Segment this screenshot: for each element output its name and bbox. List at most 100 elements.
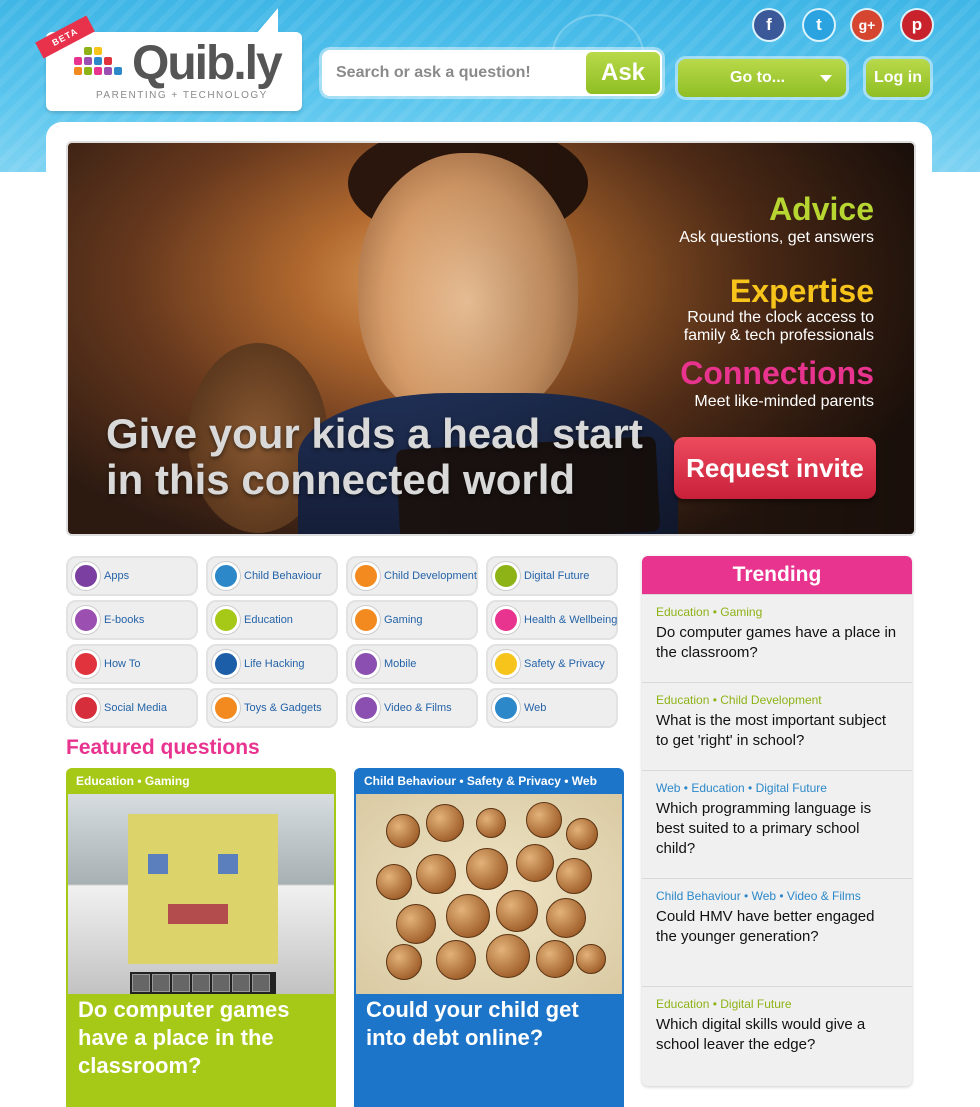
- featured-question-card[interactable]: Education • Gaming Do computer games hav…: [66, 768, 336, 1107]
- featured-title[interactable]: Could your child get into debt online?: [366, 996, 616, 1052]
- featured-question-card[interactable]: Child Behaviour • Safety & Privacy • Web…: [354, 768, 624, 1107]
- category-social-media[interactable]: Social Media: [66, 688, 198, 728]
- featured-heading: Featured questions: [66, 736, 260, 759]
- web-icon: [492, 694, 520, 722]
- safety-icon: [492, 650, 520, 678]
- category-mobile[interactable]: Mobile: [346, 644, 478, 684]
- logo-tagline: PARENTING + TECHNOLOGY: [96, 90, 268, 101]
- category-child-development[interactable]: Child Development: [346, 556, 478, 596]
- category-toys[interactable]: Toys & Gadgets: [206, 688, 338, 728]
- category-web[interactable]: Web: [486, 688, 618, 728]
- digital-future-icon: [492, 562, 520, 590]
- featured-tags: Education • Gaming: [76, 774, 190, 788]
- coin-decoration: [556, 858, 592, 894]
- coin-decoration: [416, 854, 456, 894]
- site-logo[interactable]: Quib.ly PARENTING + TECHNOLOGY: [46, 8, 302, 111]
- coin-decoration: [476, 808, 506, 838]
- category-label: How To: [104, 658, 141, 670]
- trending-heading: Trending: [642, 556, 912, 594]
- apps-icon: [72, 562, 100, 590]
- category-education[interactable]: Education: [206, 600, 338, 640]
- chevron-down-icon: [820, 75, 832, 82]
- category-safety[interactable]: Safety & Privacy: [486, 644, 618, 684]
- category-video[interactable]: Video & Films: [346, 688, 478, 728]
- category-label: Child Development: [384, 570, 477, 582]
- facebook-icon[interactable]: f: [754, 10, 784, 40]
- coin-decoration: [466, 848, 508, 890]
- trending-item[interactable]: Child Behaviour • Web • Video & Films Cou…: [642, 878, 912, 986]
- coin-decoration: [526, 802, 562, 838]
- ask-button[interactable]: Ask: [586, 52, 660, 94]
- category-label: Child Behaviour: [244, 570, 322, 582]
- login-button[interactable]: Log in: [866, 59, 930, 97]
- trending-item[interactable]: Education • Digital Future Which digital …: [642, 986, 912, 1074]
- category-label: Video & Films: [384, 702, 452, 714]
- trending-tags[interactable]: Web • Education • Digital Future: [656, 781, 898, 795]
- trending-tags[interactable]: Education • Child Development: [656, 693, 898, 707]
- video-icon: [352, 694, 380, 722]
- minecraft-screenshot-image: [68, 794, 334, 994]
- hero-banner: Give your kids a head start in this conn…: [66, 141, 916, 536]
- category-label: Social Media: [104, 702, 167, 714]
- category-label: Digital Future: [524, 570, 590, 582]
- mobile-icon: [352, 650, 380, 678]
- coin-decoration: [376, 864, 412, 900]
- category-how-to[interactable]: How To: [66, 644, 198, 684]
- trending-question[interactable]: Which digital skills would give a school…: [656, 1015, 898, 1055]
- trending-question[interactable]: What is the most important subject to ge…: [656, 711, 898, 751]
- category-label: Life Hacking: [244, 658, 305, 670]
- category-label: Education: [244, 614, 293, 626]
- category-label: E-books: [104, 614, 145, 626]
- feature-subtitle-connections: Meet like-minded parents: [694, 393, 874, 410]
- hero-headline: Give your kids a head start in this conn…: [106, 410, 643, 503]
- category-label: Toys & Gadgets: [244, 702, 322, 714]
- coin-decoration: [486, 934, 530, 978]
- coin-decoration: [546, 898, 586, 938]
- pinterest-icon[interactable]: p: [902, 10, 932, 40]
- category-child-behaviour[interactable]: Child Behaviour: [206, 556, 338, 596]
- health-icon: [492, 606, 520, 634]
- child-behaviour-icon: [212, 562, 240, 590]
- feature-title-expertise: Expertise: [729, 273, 874, 309]
- child-development-icon: [352, 562, 380, 590]
- featured-title[interactable]: Do computer games have a place in the cl…: [78, 996, 328, 1080]
- category-life-hacking[interactable]: Life Hacking: [206, 644, 338, 684]
- toys-icon: [212, 694, 240, 722]
- search-bar: Ask: [322, 50, 662, 96]
- education-icon: [212, 606, 240, 634]
- coins-image: [356, 794, 622, 994]
- feature-title-connections: Connections: [680, 355, 874, 391]
- trending-item[interactable]: Education • Gaming Do computer games have…: [642, 594, 912, 682]
- coin-decoration: [436, 940, 476, 980]
- coin-decoration: [536, 940, 574, 978]
- coin-decoration: [446, 894, 490, 938]
- trending-tags[interactable]: Education • Gaming: [656, 605, 898, 619]
- trending-question[interactable]: Do computer games have a place in the cl…: [656, 623, 898, 663]
- trending-tags[interactable]: Child Behaviour • Web • Video & Films: [656, 889, 898, 903]
- coin-decoration: [566, 818, 598, 850]
- category-apps[interactable]: Apps: [66, 556, 198, 596]
- category-ebooks[interactable]: E-books: [66, 600, 198, 640]
- trending-question[interactable]: Which programming language is best suite…: [656, 799, 898, 859]
- request-invite-button[interactable]: Request invite: [674, 437, 876, 499]
- category-gaming[interactable]: Gaming: [346, 600, 478, 640]
- how-to-icon: [72, 650, 100, 678]
- social-media-icon: [72, 694, 100, 722]
- feature-subtitle-expertise: Round the clock access to family & tech …: [683, 309, 874, 344]
- coin-decoration: [396, 904, 436, 944]
- trending-question[interactable]: Could HMV have better engaged the younge…: [656, 907, 898, 947]
- trending-item[interactable]: Web • Education • Digital Future Which pr…: [642, 770, 912, 878]
- search-input[interactable]: [326, 54, 584, 92]
- feature-title-advice: Advice: [769, 191, 874, 227]
- twitter-icon[interactable]: t: [804, 10, 834, 40]
- trending-tags[interactable]: Education • Digital Future: [656, 997, 898, 1011]
- coin-decoration: [426, 804, 464, 842]
- goto-dropdown[interactable]: Go to...: [678, 59, 846, 97]
- coin-decoration: [386, 814, 420, 848]
- category-digital-future[interactable]: Digital Future: [486, 556, 618, 596]
- trending-item[interactable]: Education • Child Development What is the…: [642, 682, 912, 770]
- google-plus-icon[interactable]: g+: [852, 10, 882, 40]
- goto-label: Go to...: [730, 69, 786, 86]
- category-health[interactable]: Health & Wellbeing: [486, 600, 618, 640]
- coin-decoration: [496, 890, 538, 932]
